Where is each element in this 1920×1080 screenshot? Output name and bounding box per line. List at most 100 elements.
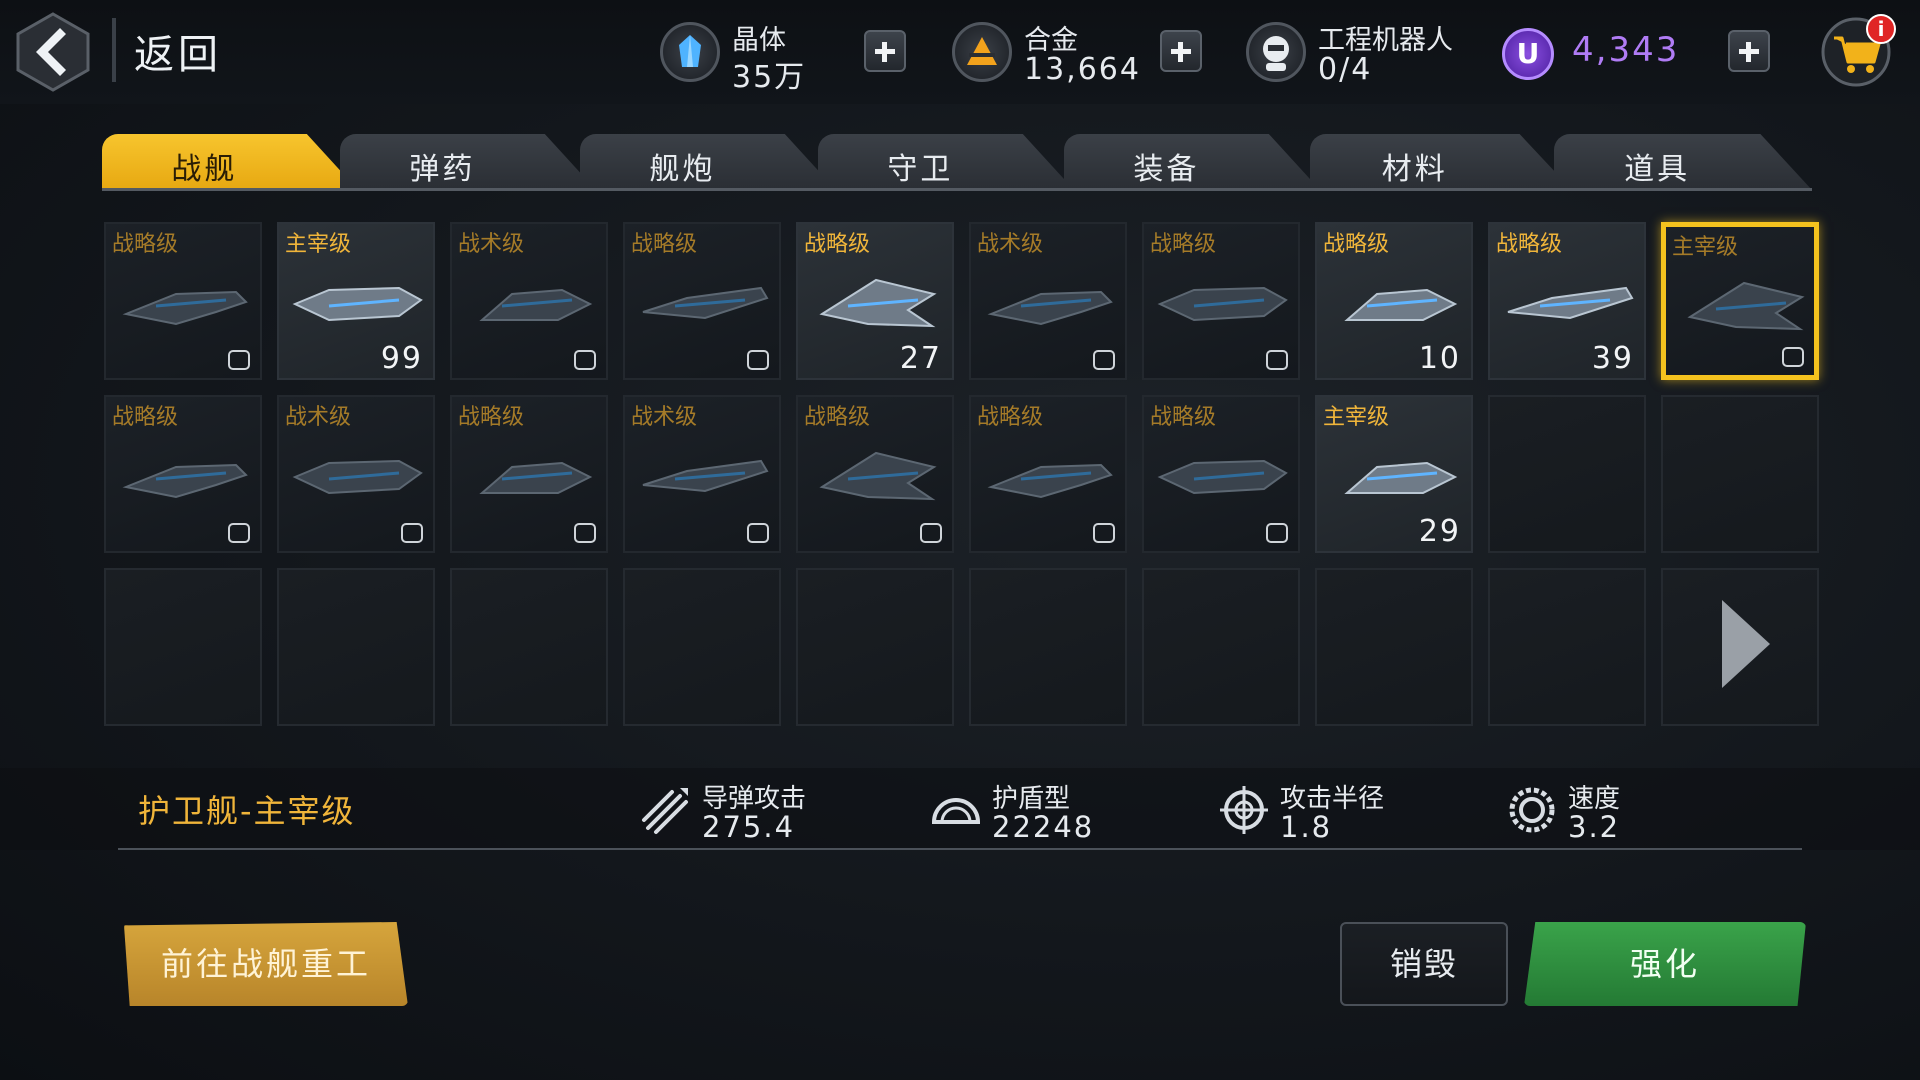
speed-value: 3.2 bbox=[1568, 810, 1621, 844]
inventory-slot[interactable]: 战术级 bbox=[450, 222, 608, 380]
warship-icon bbox=[1687, 281, 1805, 331]
warship-icon bbox=[292, 459, 423, 495]
empty-inventory-slot[interactable] bbox=[623, 568, 781, 726]
top-divider bbox=[112, 18, 116, 82]
missile-attack-value: 275.4 bbox=[702, 810, 796, 844]
inventory-slot[interactable]: 战术级 bbox=[623, 395, 781, 553]
back-label[interactable]: 返回 bbox=[134, 22, 222, 80]
select-checkbox[interactable] bbox=[1266, 350, 1288, 370]
select-checkbox[interactable] bbox=[1093, 523, 1115, 543]
warship-icon bbox=[122, 290, 248, 326]
inventory-slot[interactable]: 战略级 39 bbox=[1488, 222, 1646, 380]
select-checkbox[interactable] bbox=[228, 350, 250, 370]
shield-value: 22248 bbox=[992, 810, 1095, 844]
empty-inventory-slot[interactable] bbox=[1661, 395, 1819, 553]
robot-icon bbox=[1246, 22, 1306, 82]
empty-inventory-slot[interactable] bbox=[1142, 568, 1300, 726]
inventory-slot[interactable]: 战略级 bbox=[1142, 395, 1300, 553]
empty-inventory-slot[interactable] bbox=[1488, 395, 1646, 553]
crystal-icon bbox=[660, 22, 720, 82]
warship-icon bbox=[642, 459, 769, 493]
select-checkbox[interactable] bbox=[920, 523, 942, 543]
warship-icon bbox=[479, 461, 593, 494]
select-checkbox[interactable] bbox=[1093, 350, 1115, 370]
ship-count: 29 bbox=[1418, 514, 1461, 549]
ship-count: 27 bbox=[899, 341, 942, 376]
inventory-slot[interactable]: 战略级 bbox=[450, 395, 608, 553]
tab-guards[interactable]: 守卫 bbox=[818, 134, 1074, 190]
missile-icon bbox=[642, 788, 688, 834]
inventory-slot[interactable]: 战略级 bbox=[796, 395, 954, 553]
alloy-icon bbox=[952, 22, 1012, 82]
inventory-slot[interactable]: 战术级 bbox=[277, 395, 435, 553]
u-currency-icon: U bbox=[1502, 28, 1554, 80]
select-checkbox[interactable] bbox=[228, 523, 250, 543]
select-checkbox[interactable] bbox=[574, 350, 596, 370]
inventory-slot[interactable]: 战略级 bbox=[104, 222, 262, 380]
warship-icon bbox=[987, 290, 1113, 326]
destroy-button[interactable]: 销毁 bbox=[1340, 922, 1508, 1006]
detail-divider bbox=[118, 848, 1802, 850]
add-u-currency-button[interactable] bbox=[1728, 30, 1770, 72]
inventory-slot[interactable]: 战略级 10 bbox=[1315, 222, 1473, 380]
empty-inventory-slot[interactable] bbox=[796, 568, 954, 726]
add-alloy-button[interactable] bbox=[1160, 30, 1202, 72]
tab-ammo[interactable]: 弹药 bbox=[340, 134, 596, 190]
shield-stat: 护盾型 22248 bbox=[930, 778, 1150, 844]
alloy-value: 13,664 bbox=[1024, 52, 1141, 87]
select-checkbox[interactable] bbox=[401, 523, 423, 543]
top-bar: 返回 晶体 35万 合金 13,664 工程机器人 0/4 U 4,343 i bbox=[0, 0, 1920, 104]
warship-icon bbox=[642, 286, 769, 320]
notification-badge: i bbox=[1866, 14, 1896, 44]
tabs-underline bbox=[102, 188, 1812, 191]
inventory-slot[interactable]: 战略级 bbox=[623, 222, 781, 380]
ship-count: 10 bbox=[1418, 341, 1461, 376]
empty-inventory-slot[interactable] bbox=[450, 568, 608, 726]
empty-inventory-slot[interactable] bbox=[969, 568, 1127, 726]
select-checkbox[interactable] bbox=[574, 523, 596, 543]
warship-icon bbox=[1507, 286, 1634, 320]
empty-inventory-slot[interactable] bbox=[1488, 568, 1646, 726]
attack-radius-value: 1.8 bbox=[1280, 810, 1333, 844]
select-checkbox[interactable] bbox=[1782, 347, 1804, 367]
warship-icon bbox=[479, 288, 593, 321]
inventory-slot[interactable]: 战略级 bbox=[1142, 222, 1300, 380]
goto-shipyard-button[interactable]: 前往战舰重工 bbox=[124, 922, 408, 1006]
select-checkbox[interactable] bbox=[747, 523, 769, 543]
crystal-value: 35万 bbox=[732, 60, 807, 95]
select-checkbox[interactable] bbox=[747, 350, 769, 370]
tab-cannons[interactable]: 舰炮 bbox=[580, 134, 836, 190]
category-tabs: 战舰 弹药 舰炮 守卫 装备 材料 道具 bbox=[102, 134, 1812, 192]
warship-icon bbox=[292, 286, 423, 322]
empty-inventory-slot[interactable] bbox=[1315, 568, 1473, 726]
crosshair-icon bbox=[1220, 786, 1268, 834]
inventory-slot[interactable]: 主宰级 bbox=[1661, 222, 1819, 380]
add-crystal-button[interactable] bbox=[864, 30, 906, 72]
tab-materials[interactable]: 材料 bbox=[1310, 134, 1572, 190]
select-checkbox[interactable] bbox=[1266, 523, 1288, 543]
empty-inventory-slot[interactable] bbox=[277, 568, 435, 726]
tab-warships[interactable]: 战舰 bbox=[102, 134, 358, 190]
inventory-slot[interactable]: 主宰级 29 bbox=[1315, 395, 1473, 553]
robot-value: 0/4 bbox=[1318, 52, 1373, 87]
inventory-slot[interactable]: 主宰级 99 bbox=[277, 222, 435, 380]
speed-gear-icon bbox=[1509, 787, 1555, 833]
tab-items[interactable]: 道具 bbox=[1554, 134, 1812, 190]
tab-equipment[interactable]: 装备 bbox=[1064, 134, 1320, 190]
missile-attack-stat: 导弹攻击 275.4 bbox=[640, 778, 840, 844]
warship-icon bbox=[1157, 286, 1288, 322]
empty-inventory-slot[interactable] bbox=[104, 568, 262, 726]
inventory-slot[interactable]: 战略级 27 bbox=[796, 222, 954, 380]
selected-ship-name: 护卫舰-主宰级 bbox=[138, 792, 356, 830]
enhance-button[interactable]: 强化 bbox=[1524, 922, 1806, 1006]
next-page-arrow-icon[interactable] bbox=[1722, 600, 1770, 688]
inventory-slot[interactable]: 战略级 bbox=[969, 395, 1127, 553]
warship-icon bbox=[122, 463, 248, 499]
back-button[interactable] bbox=[14, 10, 92, 94]
inventory-slot[interactable]: 战术级 bbox=[969, 222, 1127, 380]
speed-stat: 速度 3.2 bbox=[1506, 778, 1666, 844]
warship-icon bbox=[1157, 459, 1288, 495]
inventory-slot[interactable]: 战略级 bbox=[104, 395, 262, 553]
attack-radius-stat: 攻击半径 1.8 bbox=[1218, 778, 1418, 844]
u-currency-value: 4,343 bbox=[1572, 30, 1680, 70]
